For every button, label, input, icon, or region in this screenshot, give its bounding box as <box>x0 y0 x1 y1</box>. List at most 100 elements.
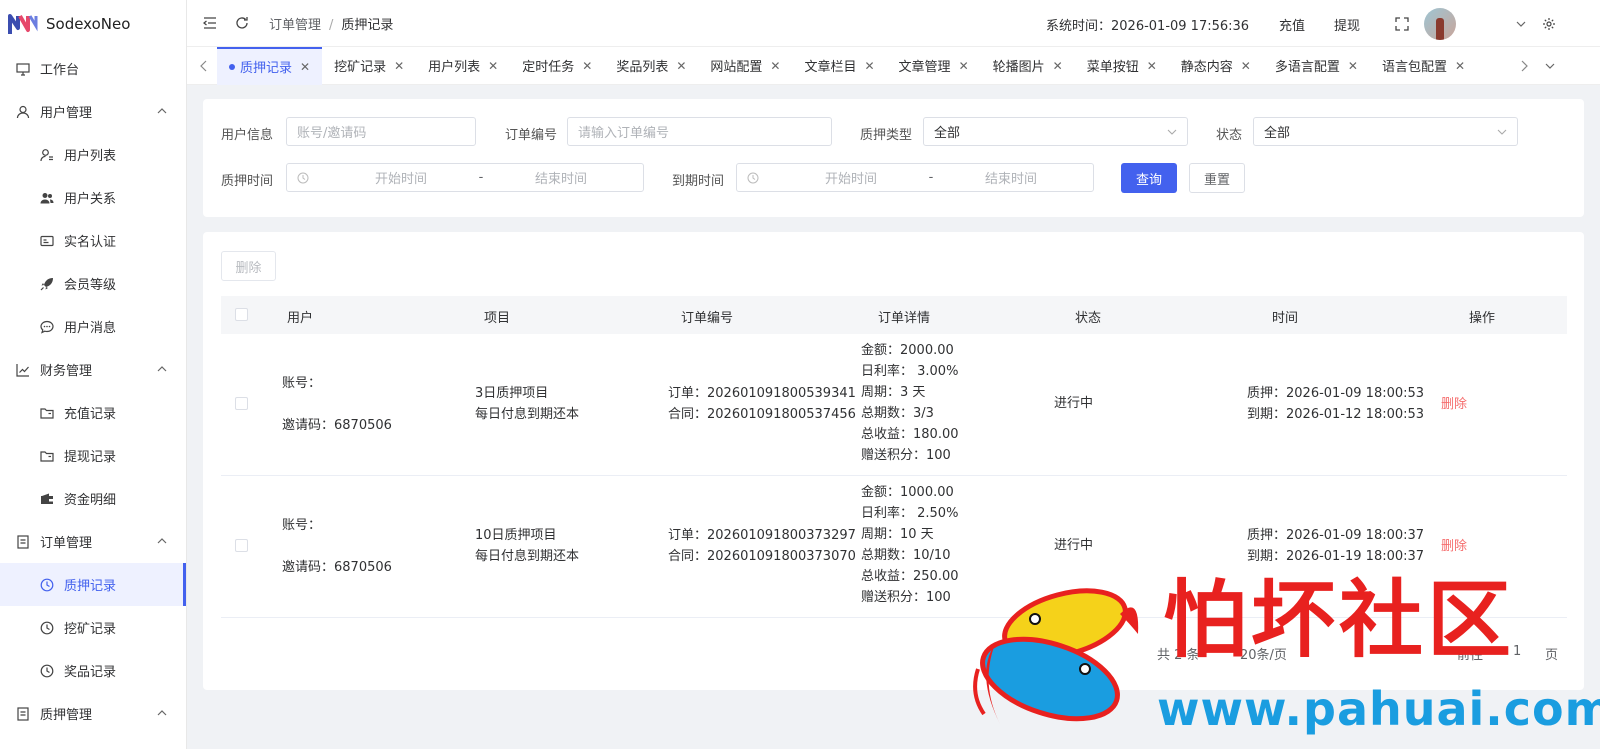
user-info-placeholder: 账号/邀请码 <box>297 126 367 141</box>
order-no-input[interactable]: 请输入订单编号 <box>567 117 832 146</box>
tab-8[interactable]: 轮播图片 ✕ <box>981 47 1075 85</box>
status-value: 全部 <box>1264 126 1291 141</box>
tab-2[interactable]: 用户列表 ✕ <box>416 47 510 85</box>
sidebar-item-15[interactable]: 质押管理 <box>0 692 186 735</box>
menu-collapse-icon[interactable] <box>201 14 219 32</box>
tab-10[interactable]: 静态内容 ✕ <box>1169 47 1263 85</box>
tab-5[interactable]: 网站配置 ✕ <box>698 47 792 85</box>
close-icon[interactable]: ✕ <box>582 59 592 73</box>
sidebar-item-14[interactable]: 奖品记录 <box>0 649 186 692</box>
close-icon[interactable]: ✕ <box>394 59 404 73</box>
row-checkbox[interactable] <box>235 539 248 552</box>
tab-7[interactable]: 文章管理 ✕ <box>887 47 981 85</box>
logo[interactable]: SodexoNeo <box>0 0 186 47</box>
tab-4[interactable]: 奖品列表 ✕ <box>604 47 698 85</box>
tab-11[interactable]: 多语言配置 ✕ <box>1263 47 1370 85</box>
tabs-menu-icon[interactable] <box>1541 57 1559 75</box>
select-all-checkbox[interactable] <box>235 308 248 321</box>
reset-button[interactable]: 重置 <box>1189 163 1245 193</box>
close-icon[interactable]: ✕ <box>1053 59 1063 73</box>
rocket-icon <box>40 277 54 291</box>
withdraw-link[interactable]: 提现 <box>1334 15 1360 34</box>
status-select[interactable]: 全部 <box>1253 117 1518 146</box>
expire-time-range[interactable]: 开始时间 - 结束时间 <box>736 163 1094 192</box>
batch-delete-button[interactable]: 删除 <box>221 251 276 281</box>
close-icon[interactable]: ✕ <box>770 59 780 73</box>
project-desc: 每日付息到期还本 <box>475 407 580 422</box>
query-button[interactable]: 查询 <box>1121 163 1177 193</box>
status-text: 进行中 <box>1054 538 1094 553</box>
close-icon[interactable]: ✕ <box>1147 59 1157 73</box>
chevron-up-icon <box>156 707 168 719</box>
user-info-input[interactable]: 账号/邀请码 <box>286 117 476 146</box>
tab-9[interactable]: 菜单按钮 ✕ <box>1075 47 1169 85</box>
sidebar-item-7[interactable]: 财务管理 <box>0 348 186 391</box>
expire-start-placeholder: 开始时间 <box>824 172 877 187</box>
project-desc: 每日付息到期还本 <box>475 549 580 564</box>
tab-label: 用户列表 <box>428 60 481 75</box>
close-icon[interactable]: ✕ <box>864 59 874 73</box>
column-header-action: 操作 <box>1469 311 1496 326</box>
tab-12[interactable]: 语言包配置 ✕ <box>1370 47 1477 85</box>
avatar[interactable] <box>1424 8 1456 40</box>
sidebar-item-6[interactable]: 用户消息 <box>0 305 186 348</box>
sidebar-item-5[interactable]: 会员等级 <box>0 262 186 305</box>
breadcrumb-item[interactable]: 订单管理 <box>269 18 321 33</box>
expire-end-placeholder: 结束时间 <box>984 172 1037 187</box>
user-invite-code: 邀请码：6870506 <box>282 560 392 575</box>
gear-icon[interactable] <box>1540 15 1558 33</box>
sidebar-item-3[interactable]: 用户关系 <box>0 176 186 219</box>
close-icon[interactable]: ✕ <box>300 60 310 74</box>
sidebar-item-0[interactable]: 工作台 <box>0 47 186 90</box>
order-detail-line: 周期：3 天 <box>861 385 926 400</box>
column-header-order-detail: 订单详情 <box>878 311 931 326</box>
close-icon[interactable]: ✕ <box>1241 59 1251 73</box>
order-number: 订单：202601091800373297 <box>668 528 856 543</box>
close-icon[interactable]: ✕ <box>1348 59 1358 73</box>
sidebar-item-10[interactable]: 资金明细 <box>0 477 186 520</box>
app-name: SodexoNeo <box>46 14 131 33</box>
row-checkbox[interactable] <box>235 397 248 410</box>
chevron-down-icon[interactable] <box>1512 15 1530 33</box>
watermark-fish-logo <box>973 588 1139 724</box>
tab-3[interactable]: 定时任务 ✕ <box>510 47 604 85</box>
sidebar-item-1[interactable]: 用户管理 <box>0 90 186 133</box>
user-icon <box>16 105 30 119</box>
tab-6[interactable]: 文章栏目 ✕ <box>792 47 886 85</box>
watermark-url: www.pahuai.com <box>1157 682 1600 736</box>
tab-0[interactable]: 质押记录 ✕ <box>217 46 323 85</box>
order-detail-line: 周期：10 天 <box>861 527 934 542</box>
recharge-link[interactable]: 充值 <box>1279 15 1305 34</box>
close-icon[interactable]: ✕ <box>1455 59 1465 73</box>
sidebar-item-4[interactable]: 实名认证 <box>0 219 186 262</box>
order-detail-line: 总期数：3/3 <box>861 406 934 421</box>
sidebar-item-12[interactable]: 质押记录 <box>0 563 186 606</box>
tab-1[interactable]: 挖矿记录 ✕ <box>322 47 416 85</box>
pledge-type-select[interactable]: 全部 <box>923 117 1188 146</box>
expire-time: 到期：2026-01-19 18:00:37 <box>1247 549 1425 564</box>
sidebar-item-label: 质押管理 <box>40 708 93 723</box>
close-icon[interactable]: ✕ <box>676 59 686 73</box>
sidebar-item-11[interactable]: 订单管理 <box>0 520 186 563</box>
tab-label: 菜单按钮 <box>1086 60 1139 75</box>
sidebar-item-13[interactable]: 挖矿记录 <box>0 606 186 649</box>
pledge-time-range[interactable]: 开始时间 - 结束时间 <box>286 163 644 192</box>
sidebar-item-label: 用户管理 <box>40 106 93 121</box>
sidebar-item-2[interactable]: 用户列表 <box>0 133 186 176</box>
tabs-scroll-right-icon[interactable] <box>1515 57 1533 75</box>
refresh-icon[interactable] <box>233 14 251 32</box>
sidebar-item-8[interactable]: 充值记录 <box>0 391 186 434</box>
sidebar-item-label: 用户列表 <box>64 149 117 164</box>
sidebar-item-9[interactable]: 提现记录 <box>0 434 186 477</box>
chart-icon <box>16 363 30 377</box>
system-time: 系统时间：2026-01-09 17:56:36 <box>1046 19 1250 34</box>
close-icon[interactable]: ✕ <box>488 59 498 73</box>
close-icon[interactable]: ✕ <box>959 59 969 73</box>
row-delete-link[interactable]: 删除 <box>1441 394 1467 416</box>
fullscreen-icon[interactable] <box>1393 15 1411 33</box>
tabs-scroll-left-icon[interactable] <box>195 57 213 75</box>
sidebar-item-label: 工作台 <box>40 63 80 78</box>
order-detail-line: 日利率： 2.50% <box>861 506 959 521</box>
row-delete-link[interactable]: 删除 <box>1441 536 1467 558</box>
logo-icon <box>8 13 38 34</box>
